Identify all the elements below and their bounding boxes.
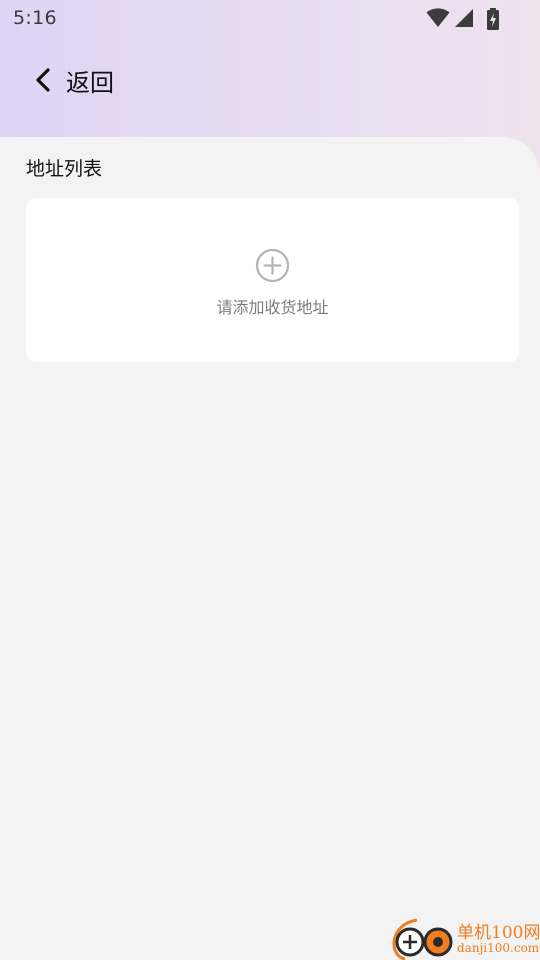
status-bar: 5:16	[0, 0, 540, 36]
watermark-brand-url: danji100.com	[457, 941, 540, 955]
watermark-logo-icon	[392, 918, 453, 960]
section-title: 地址列表	[26, 158, 103, 180]
battery-charging-icon	[487, 8, 499, 30]
address-list-panel: 地址列表 请添加收货地址	[0, 137, 540, 960]
watermark: 单机100网 danji100.com	[391, 916, 540, 960]
watermark-brand-cn: 单机100网	[457, 923, 540, 943]
back-label: 返回	[66, 69, 114, 97]
plus-circle-icon	[255, 248, 290, 283]
signal-icon	[455, 9, 473, 27]
navigation-bar: 返回	[0, 50, 540, 106]
back-button[interactable]: 返回	[30, 54, 150, 102]
wifi-icon	[426, 8, 450, 27]
chevron-left-icon	[36, 68, 50, 92]
add-address-label: 请添加收货地址	[216, 298, 329, 317]
add-address-button[interactable]: 请添加收货地址	[26, 198, 519, 362]
status-time: 5:16	[13, 7, 57, 29]
